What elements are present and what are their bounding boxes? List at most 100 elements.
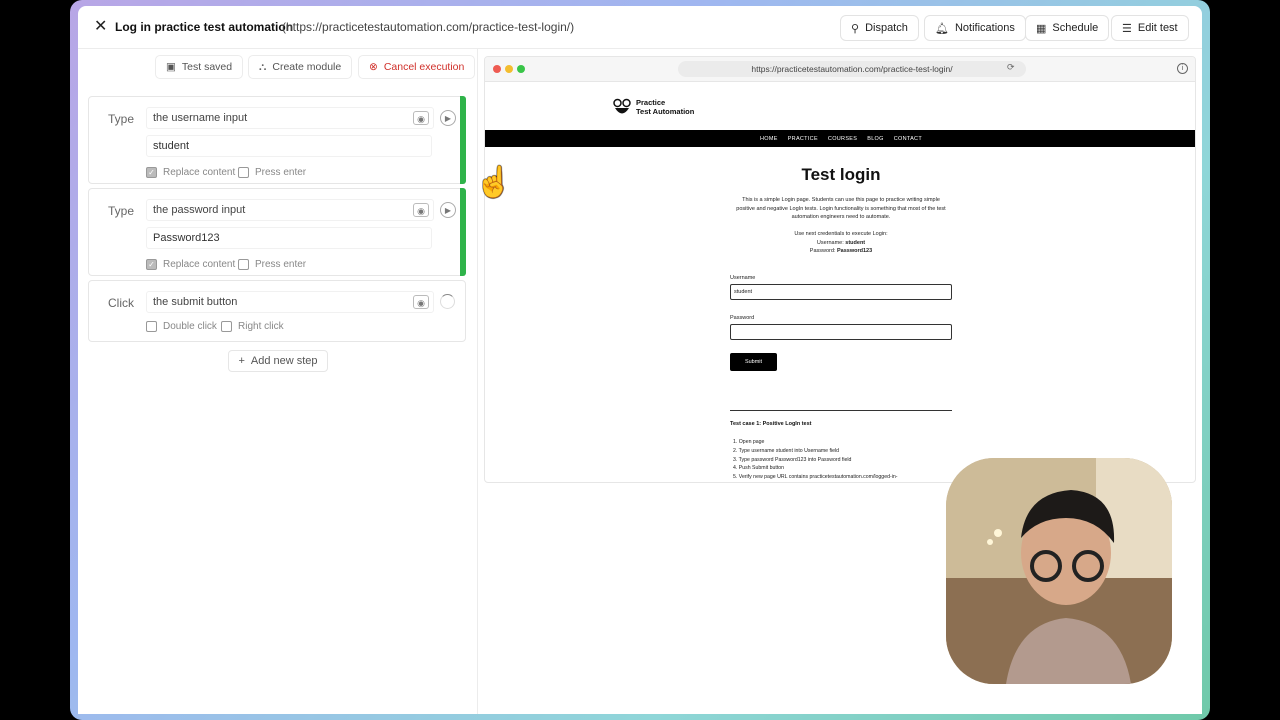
eye-icon[interactable]: ◉ xyxy=(413,295,429,309)
checkbox[interactable] xyxy=(221,321,232,332)
site-nav: HOME PRACTICE COURSES BLOG CONTACT xyxy=(485,130,1195,147)
checkbox[interactable] xyxy=(238,259,249,270)
close-dot-icon xyxy=(493,65,501,73)
loading-spinner-icon xyxy=(440,294,455,309)
browser-chrome: https://practicetestautomation.com/pract… xyxy=(485,57,1195,82)
logo-line1: Practice xyxy=(636,98,666,107)
option-label: Double click xyxy=(163,321,217,332)
username-input[interactable]: student xyxy=(730,284,952,300)
nav-practice[interactable]: PRACTICE xyxy=(788,136,818,142)
site-logo[interactable]: Practice Test Automation xyxy=(612,97,694,117)
schedule-button[interactable]: ▦ Schedule xyxy=(1025,15,1110,41)
cancel-execution-label: Cancel execution xyxy=(383,61,465,73)
option-label: Replace content xyxy=(163,167,236,178)
nav-courses[interactable]: COURSES xyxy=(828,136,857,142)
testcase-step: 5. Verify new page URL contains practice… xyxy=(733,474,898,481)
save-icon: ▣ xyxy=(166,61,176,73)
step-target-input[interactable]: the submit button xyxy=(146,291,434,313)
option-label: Replace content xyxy=(163,259,236,270)
add-step-label: Add new step xyxy=(250,355,318,367)
info-icon[interactable]: i xyxy=(1177,63,1188,74)
add-step-button[interactable]: + Add new step xyxy=(228,350,328,372)
calendar-icon: ▦ xyxy=(1036,22,1047,35)
address-bar[interactable]: https://practicetestautomation.com/pract… xyxy=(678,61,1026,77)
step-value-input[interactable]: Password123 xyxy=(146,227,432,249)
step-action: Click xyxy=(108,296,134,310)
checkbox-checked[interactable]: ✓ xyxy=(146,259,157,270)
step-status-bar xyxy=(460,188,466,276)
credentials-intro: Use next credentials to execute Login: xyxy=(794,231,888,237)
minimize-dot-icon xyxy=(505,65,513,73)
step-card[interactable]: Click the submit button ◉ Double click R… xyxy=(88,280,466,342)
testcase-title: Test case 1: Positive LogIn test xyxy=(730,421,812,427)
step-target-input[interactable]: the username input xyxy=(146,107,434,129)
test-saved-label: Test saved xyxy=(181,61,233,73)
testcase-step: 4. Push Submit button xyxy=(733,465,785,472)
steps-panel: ▣ Test saved ⛬ Create module ⊗ Cancel ex… xyxy=(78,49,478,714)
schedule-label: Schedule xyxy=(1052,22,1099,34)
option-label: Press enter xyxy=(255,259,307,270)
notifications-button[interactable]: 🔔︎ Notifications xyxy=(924,15,1026,41)
credentials-box: Use next credentials to execute Login: U… xyxy=(735,230,947,256)
site-intro: This is a simple Login page. Students ca… xyxy=(736,197,946,220)
replace-content-option[interactable]: ✓ Replace content xyxy=(146,259,235,270)
replace-content-option[interactable]: ✓ Replace content xyxy=(146,167,235,178)
hand-cursor-icon: ☝ xyxy=(475,166,513,199)
checkbox[interactable] xyxy=(146,321,157,332)
step-card[interactable]: Type the username input ◉ ▶ student ✓ Re… xyxy=(88,96,466,184)
eye-icon[interactable]: ◉ xyxy=(413,203,429,217)
nav-home[interactable]: HOME xyxy=(760,136,778,142)
glasses-logo-icon xyxy=(613,98,631,114)
maximize-dot-icon xyxy=(517,65,525,73)
page-url: (https://practicetestautomation.com/prac… xyxy=(282,20,575,34)
close-icon[interactable]: ✕ xyxy=(94,19,108,35)
credentials-user: student xyxy=(845,239,866,246)
create-module-button[interactable]: ⛬ Create module xyxy=(248,55,353,79)
step-action: Type xyxy=(108,204,135,218)
cancel-icon: ⊗ xyxy=(369,61,378,73)
sliders-icon: ☰ xyxy=(1122,22,1132,35)
play-icon[interactable]: ▶ xyxy=(440,202,456,218)
step-card[interactable]: Type the password input ◉ ▶ Password123 … xyxy=(88,188,466,276)
press-enter-option[interactable]: Press enter xyxy=(238,259,306,270)
step-target-input[interactable]: the password input xyxy=(146,199,434,221)
right-click-option[interactable]: Right click xyxy=(221,321,284,332)
site-heading: Test login xyxy=(801,165,881,184)
nav-contact[interactable]: CONTACT xyxy=(894,136,922,142)
double-click-option[interactable]: Double click xyxy=(146,321,217,332)
option-label: Press enter xyxy=(255,167,307,178)
press-enter-option[interactable]: Press enter xyxy=(238,167,306,178)
password-input[interactable] xyxy=(730,324,952,340)
browser-preview: https://practicetestautomation.com/pract… xyxy=(484,56,1196,483)
test-saved-button[interactable]: ▣ Test saved xyxy=(155,55,244,79)
plus-icon: + xyxy=(238,355,245,367)
testcase-step: 3. Type password Password123 into Passwo… xyxy=(733,456,852,463)
logo-line2: Test Automation xyxy=(636,107,695,116)
page-title: Log in practice test automation xyxy=(115,20,294,34)
module-icon: ⛬ xyxy=(259,60,267,73)
play-icon[interactable]: ▶ xyxy=(440,110,456,126)
password-label: Password xyxy=(730,315,755,321)
checkbox[interactable] xyxy=(238,167,249,178)
testcase-step: 1. Open page xyxy=(733,439,765,445)
eye-icon[interactable]: ◉ xyxy=(413,111,429,125)
nav-blog[interactable]: BLOG xyxy=(867,136,883,142)
create-module-label: Create module xyxy=(272,61,342,73)
step-status-bar xyxy=(460,96,466,184)
dispatch-icon: ⚲ xyxy=(851,22,860,35)
credentials-user-label: Username: xyxy=(816,239,844,246)
checkbox-checked[interactable]: ✓ xyxy=(146,167,157,178)
edit-test-label: Edit test xyxy=(1137,22,1178,34)
edit-test-button[interactable]: ☰ Edit test xyxy=(1111,15,1189,41)
cancel-execution-button[interactable]: ⊗ Cancel execution xyxy=(358,55,476,79)
username-label: Username xyxy=(730,275,756,281)
webcam-person-image xyxy=(946,458,1172,684)
dispatch-label: Dispatch xyxy=(865,22,908,34)
dispatch-button[interactable]: ⚲ Dispatch xyxy=(840,15,919,41)
reload-icon[interactable]: ⟳ xyxy=(1007,62,1015,73)
step-value-input[interactable]: student xyxy=(146,135,432,157)
submit-button[interactable]: Submit xyxy=(730,353,777,371)
credentials-pass: Password123 xyxy=(837,248,873,254)
bell-icon: 🔔︎ xyxy=(935,22,949,35)
testcase-steps: 1. Open page 2. Type username student in… xyxy=(733,438,897,482)
